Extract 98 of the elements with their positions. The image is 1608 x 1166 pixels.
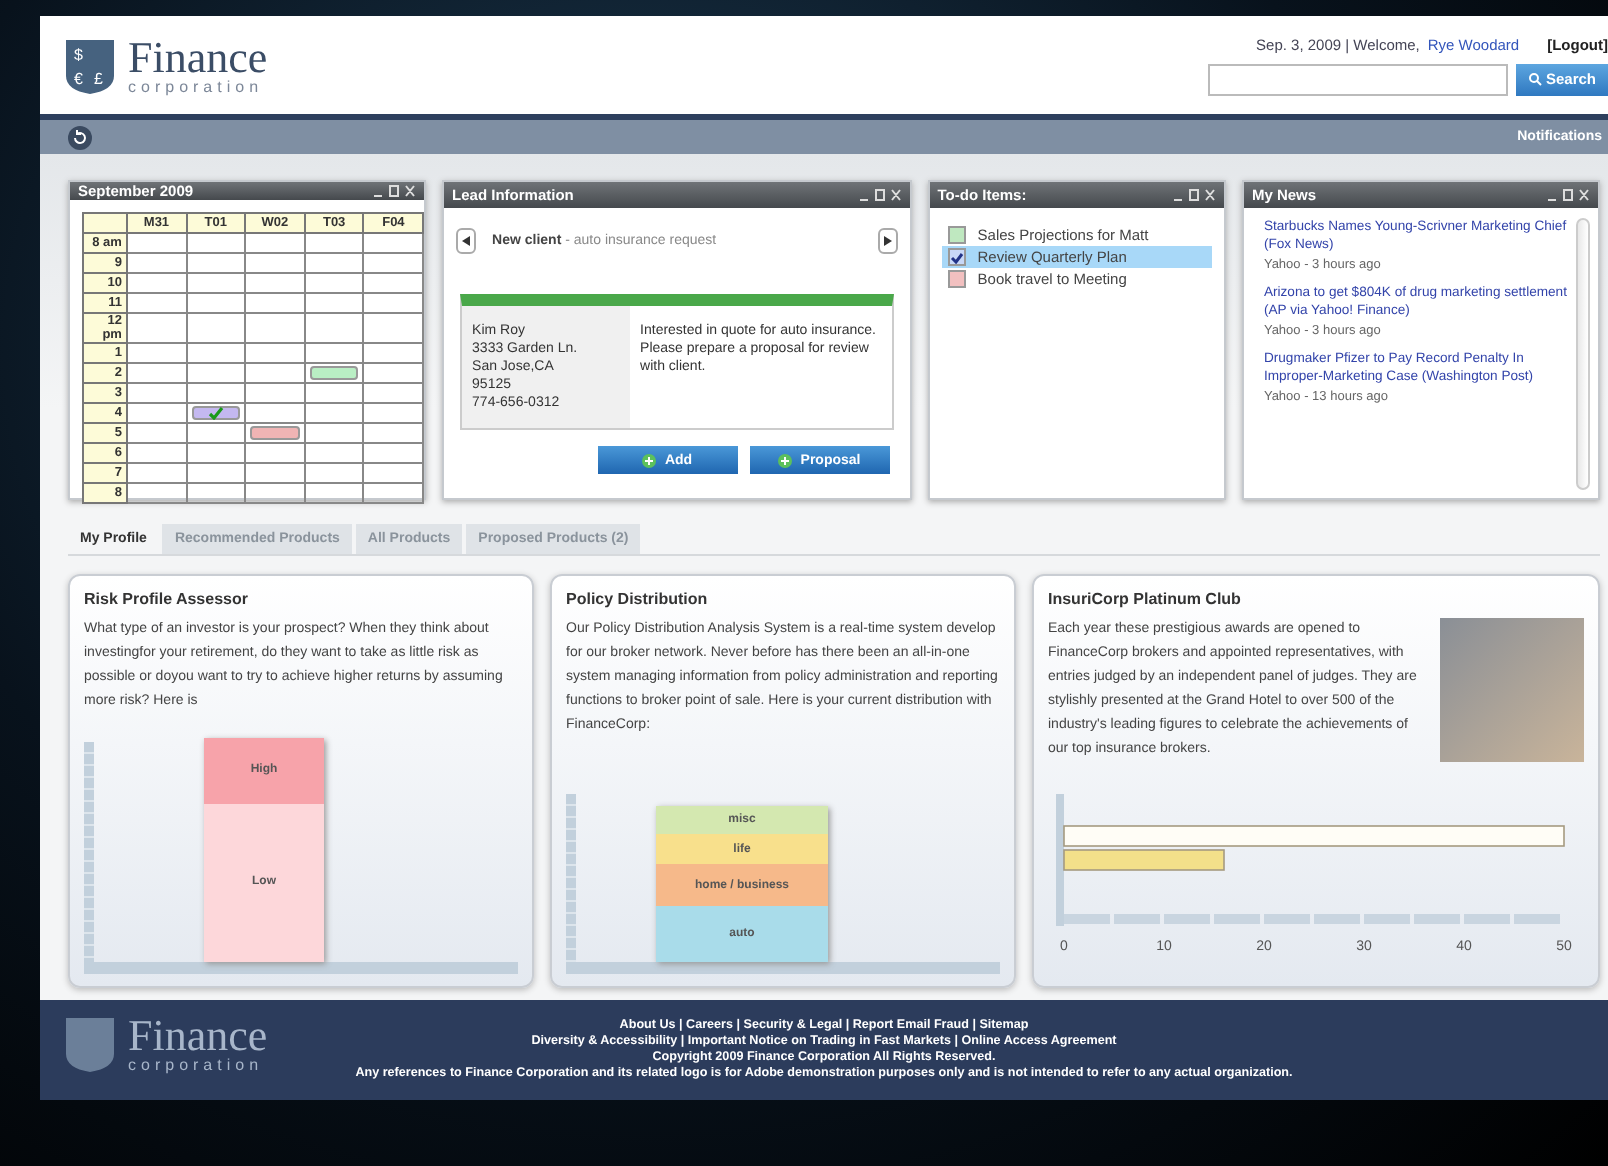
calendar-cell[interactable] xyxy=(363,253,424,273)
calendar-cell[interactable] xyxy=(126,483,187,503)
calendar-cell[interactable] xyxy=(126,463,187,483)
calendar-corner xyxy=(83,213,127,233)
window-controls-icon[interactable] xyxy=(1546,188,1590,202)
plus-icon xyxy=(642,453,657,467)
previous-button[interactable] xyxy=(456,228,477,254)
calendar-cell[interactable] xyxy=(304,363,364,383)
refresh-icon[interactable] xyxy=(68,125,92,149)
currency-logo-icon: $ € £ xyxy=(64,35,116,95)
calendar-cell[interactable] xyxy=(245,253,305,273)
calendar-cell[interactable] xyxy=(363,483,424,503)
calendar-cell[interactable] xyxy=(304,403,364,423)
window-controls-icon[interactable] xyxy=(857,188,902,202)
calendar-cell[interactable] xyxy=(304,463,364,483)
logo-title: Finance xyxy=(128,35,268,79)
calendar-event[interactable] xyxy=(309,366,359,380)
calendar-cell[interactable] xyxy=(126,443,187,463)
calendar-cell[interactable] xyxy=(304,313,364,343)
checkbox[interactable] xyxy=(947,248,966,266)
left-triangle-icon xyxy=(462,236,471,246)
calendar-cell[interactable] xyxy=(304,233,364,253)
calendar-cell[interactable] xyxy=(126,363,187,383)
calendar-cell[interactable] xyxy=(126,313,187,343)
checkbox[interactable] xyxy=(947,226,966,244)
calendar-cell[interactable] xyxy=(363,273,424,293)
calendar-cell[interactable] xyxy=(304,273,364,293)
window-controls-icon[interactable] xyxy=(1171,188,1216,202)
logo-subtitle: corporation xyxy=(128,79,266,95)
calendar-cell[interactable] xyxy=(304,293,364,313)
calendar-cell[interactable] xyxy=(363,463,424,483)
calendar-cell[interactable] xyxy=(363,293,424,313)
calendar-cell[interactable] xyxy=(363,343,424,363)
calendar-cell[interactable] xyxy=(245,363,305,383)
scrollbar[interactable] xyxy=(1576,218,1590,490)
calendar-cell[interactable] xyxy=(245,293,305,313)
plus-icon xyxy=(778,453,793,467)
calendar-cell[interactable] xyxy=(245,403,305,423)
calendar-cell[interactable] xyxy=(245,383,305,403)
calendar-cell[interactable] xyxy=(186,383,246,403)
search-field[interactable] xyxy=(1207,63,1508,95)
calendar-cell[interactable] xyxy=(186,293,246,313)
right-triangle-icon xyxy=(883,236,892,246)
currency-logo-icon xyxy=(64,1014,116,1074)
logo-title: Finance xyxy=(128,1014,268,1058)
photo-placeholder xyxy=(1440,618,1584,762)
card-title: Policy Distribution xyxy=(566,590,710,608)
calendar-cell[interactable] xyxy=(186,483,246,503)
calendar-event[interactable] xyxy=(191,406,241,420)
calendar-cell[interactable] xyxy=(304,483,364,503)
logo-subtitle: corporation xyxy=(128,1058,266,1074)
calendar-cell[interactable] xyxy=(245,463,305,483)
search-icon xyxy=(1527,72,1542,86)
calendar-cell[interactable] xyxy=(363,423,424,443)
calendar-cell[interactable] xyxy=(245,343,305,363)
calendar-cell[interactable] xyxy=(245,483,305,503)
calendar-cell[interactable] xyxy=(245,273,305,293)
check-icon xyxy=(207,406,224,420)
calendar-cell[interactable] xyxy=(186,343,246,363)
chart-axis xyxy=(1056,794,1064,926)
calendar-cell[interactable] xyxy=(363,233,424,253)
calendar-cell[interactable] xyxy=(186,403,246,423)
calendar-cell[interactable] xyxy=(126,233,187,253)
check-icon xyxy=(949,251,964,263)
calendar-cell[interactable] xyxy=(363,443,424,463)
calendar-cell[interactable] xyxy=(186,423,246,443)
calendar-cell[interactable] xyxy=(186,273,246,293)
window-controls-icon[interactable] xyxy=(372,184,417,198)
calendar-cell[interactable] xyxy=(304,343,364,363)
calendar-cell[interactable] xyxy=(245,233,305,253)
calendar-cell[interactable] xyxy=(126,293,187,313)
calendar-cell[interactable] xyxy=(126,273,187,293)
calendar-cell[interactable] xyxy=(363,403,424,423)
calendar-cell[interactable] xyxy=(245,423,305,443)
calendar-cell[interactable] xyxy=(186,443,246,463)
calendar-cell[interactable] xyxy=(186,313,246,343)
calendar-cell[interactable] xyxy=(126,403,187,423)
calendar-cell[interactable] xyxy=(245,443,305,463)
calendar-cell[interactable] xyxy=(304,443,364,463)
calendar-cell[interactable] xyxy=(126,343,187,363)
calendar-cell[interactable] xyxy=(304,253,364,273)
next-button[interactable] xyxy=(877,228,898,254)
calendar-cell[interactable] xyxy=(363,383,424,403)
calendar-cell[interactable] xyxy=(186,363,246,383)
calendar-cell[interactable] xyxy=(126,423,187,443)
calendar-cell[interactable] xyxy=(245,313,305,343)
calendar-cell[interactable] xyxy=(186,253,246,273)
checkbox[interactable] xyxy=(947,270,966,288)
card-title: Risk Profile Assessor xyxy=(84,590,250,608)
card-title: InsuriCorp Platinum Club xyxy=(1048,590,1243,608)
calendar-cell[interactable] xyxy=(186,463,246,483)
calendar-cell[interactable] xyxy=(126,383,187,403)
calendar-cell[interactable] xyxy=(363,313,424,343)
calendar-cell[interactable] xyxy=(186,233,246,253)
calendar-cell[interactable] xyxy=(304,423,364,443)
calendar-cell[interactable] xyxy=(304,383,364,403)
calendar-cell[interactable] xyxy=(363,363,424,383)
calendar-cell[interactable] xyxy=(126,253,187,273)
